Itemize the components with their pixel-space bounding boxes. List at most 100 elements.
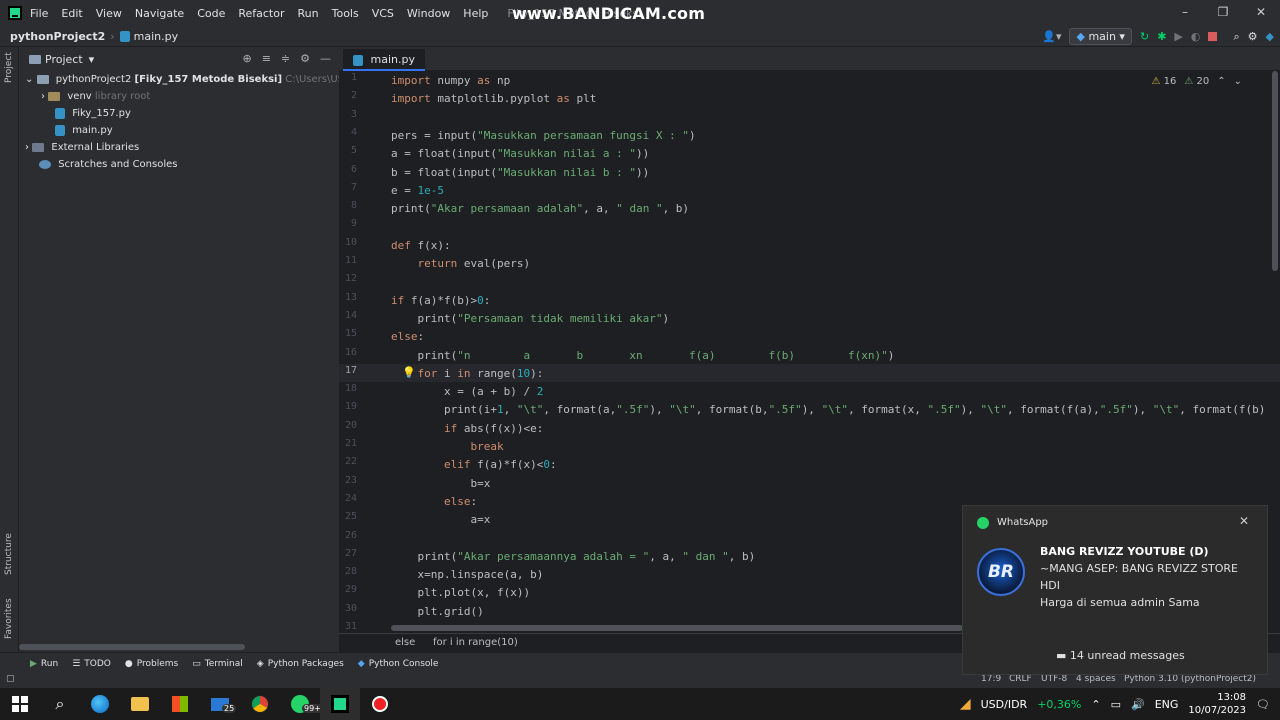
line-separator[interactable]: CRLF [1009, 674, 1032, 684]
code-line[interactable]: x = (a + b) / 2 [391, 383, 543, 401]
run-icon[interactable]: ↻ [1140, 30, 1149, 43]
clock[interactable]: 13:08 10/07/2023 [1188, 691, 1246, 717]
menu-refactor[interactable]: Refactor [238, 7, 284, 20]
code-line[interactable]: return eval(pers) [391, 255, 531, 273]
menu-code[interactable]: Code [197, 7, 225, 20]
code-line[interactable]: x=np.linspace(a, b) [391, 566, 543, 584]
editor-horizontal-scrollbar[interactable] [391, 625, 963, 631]
tree-item-external-libraries[interactable]: › External Libraries [25, 139, 139, 156]
tree-item-scratches[interactable]: Scratches and Consoles [39, 156, 177, 173]
lightbulb-icon[interactable]: 💡 [402, 366, 416, 379]
show-hidden-icons-icon[interactable]: ⌃ [1091, 698, 1100, 711]
chrome-icon[interactable] [240, 688, 280, 720]
code-line[interactable]: b=x [391, 475, 490, 493]
search-icon[interactable]: ⌕ [40, 688, 80, 720]
menu-help[interactable]: Help [463, 7, 488, 20]
code-line[interactable]: plt.plot(x, f(x)) [391, 584, 530, 602]
breadcrumb-project[interactable]: pythonProject2 [10, 30, 105, 43]
code-line[interactable]: elif f(a)*f(x)<0: [391, 456, 557, 474]
whatsapp-notification[interactable]: WhatsApp ✕ BR BANG REVIZZ YOUTUBE (D) ~M… [962, 505, 1268, 675]
store-icon[interactable] [160, 688, 200, 720]
terminal-tool-button[interactable]: ▭ Terminal [192, 659, 243, 669]
todo-tool-button[interactable]: ☰ TODO [72, 659, 111, 669]
chevron-up-icon[interactable]: ⌃ [1217, 76, 1225, 87]
inspection-widget[interactable]: ⚠ 16 ⚠ 20 ⌃ ⌄ [1151, 76, 1242, 87]
language-indicator[interactable]: ENG [1155, 698, 1179, 711]
code-line[interactable]: pers = input("Masukkan persamaan fungsi … [391, 127, 696, 145]
code-line[interactable]: def f(x): [391, 237, 451, 255]
project-panel-title[interactable]: Project [45, 53, 83, 66]
bandicam-icon[interactable] [360, 688, 400, 720]
python-interpreter[interactable]: Python 3.10 (pythonProject2) [1124, 674, 1256, 684]
chevron-down-icon[interactable]: ⌄ [1234, 76, 1242, 87]
hide-icon[interactable]: — [320, 52, 331, 65]
tab-main-py[interactable]: main.py [343, 49, 425, 71]
code-breadcrumb-for[interactable]: for i in range(10) [433, 637, 518, 648]
close-button[interactable]: ✕ [1242, 0, 1280, 26]
collapse-all-icon[interactable]: ≑ [281, 52, 290, 65]
code-line[interactable]: else: [391, 493, 477, 511]
favorites-tool-tab[interactable]: Favorites [4, 598, 14, 639]
close-icon[interactable]: ✕ [1239, 514, 1249, 528]
maximize-button[interactable]: ❐ [1204, 0, 1242, 26]
tree-item-file[interactable]: main.py [55, 122, 113, 139]
indent-setting[interactable]: 4 spaces [1076, 674, 1116, 684]
pycharm-taskbar-icon[interactable] [320, 688, 360, 720]
currency-label[interactable]: USD/IDR [981, 698, 1028, 711]
python-packages-tool-button[interactable]: ◈ Python Packages [257, 659, 344, 669]
code-line[interactable]: b = float(input("Masukkan nilai b : ")) [391, 164, 649, 182]
code-line[interactable]: a = float(input("Masukkan nilai a : ")) [391, 145, 649, 163]
minimize-button[interactable]: – [1166, 0, 1204, 26]
problems-tool-button[interactable]: ● Problems [125, 659, 178, 669]
notifications-icon[interactable]: 🗨 [1256, 698, 1270, 711]
tree-item-file[interactable]: Fiky_157.py [55, 105, 131, 122]
code-line[interactable]: plt.grid() [391, 603, 483, 621]
coverage-icon[interactable]: ▶ [1174, 30, 1182, 43]
menu-window[interactable]: Window [407, 7, 450, 20]
code-line[interactable]: print("Akar persamaannya adalah = ", a, … [391, 548, 755, 566]
menu-run[interactable]: Run [298, 7, 319, 20]
run-configuration-select[interactable]: ◆ main ▾ [1069, 28, 1132, 45]
search-icon[interactable]: ⌕ [1233, 30, 1239, 44]
code-line[interactable]: a=x [391, 511, 490, 529]
code-line[interactable]: print(i+1, "\t", format(a,".5f"), "\t", … [391, 401, 1265, 419]
gear-icon[interactable]: ⚙ [300, 52, 310, 65]
unread-messages-button[interactable]: ▬ 14 unread messages [1056, 649, 1185, 662]
editor-vertical-scrollbar[interactable] [1272, 71, 1278, 271]
project-tool-tab[interactable]: Project [4, 52, 14, 83]
layout-icon[interactable]: ▢ [6, 674, 15, 684]
locate-icon[interactable]: ⊕ [242, 52, 251, 65]
menu-view[interactable]: View [96, 7, 122, 20]
file-explorer-icon[interactable] [120, 688, 160, 720]
menu-edit[interactable]: Edit [61, 7, 82, 20]
chevron-down-icon[interactable]: ▾ [89, 53, 95, 66]
volume-icon[interactable]: 🔊 [1131, 698, 1145, 711]
structure-tool-tab[interactable]: Structure [4, 533, 14, 575]
windows-start-icon[interactable] [0, 688, 40, 720]
python-console-tool-button[interactable]: ◆ Python Console [358, 659, 439, 669]
whatsapp-taskbar-icon[interactable]: 99+ [280, 688, 323, 720]
code-line[interactable]: if f(a)*f(b)>0: [391, 292, 490, 310]
menu-navigate[interactable]: Navigate [135, 7, 184, 20]
mail-icon[interactable]: 25 [200, 688, 240, 720]
code-line[interactable]: break [391, 438, 503, 456]
code-line[interactable]: print("Persamaan tidak memiliki akar") [391, 310, 669, 328]
currency-widget-icon[interactable]: ◢ [960, 696, 971, 712]
network-icon[interactable]: ▭ [1111, 698, 1121, 711]
breadcrumb-file[interactable]: main.py [134, 30, 178, 43]
debug-icon[interactable]: ✱ [1157, 30, 1166, 43]
user-icon[interactable]: 👤▾ [1042, 30, 1061, 43]
settings-gear-icon[interactable]: ⚙ [1248, 30, 1258, 43]
file-encoding[interactable]: UTF-8 [1041, 674, 1067, 684]
plugin-icon[interactable]: ◆ [1266, 30, 1274, 43]
stop-icon[interactable] [1208, 32, 1218, 41]
code-breadcrumb-else[interactable]: else [395, 637, 415, 648]
code-line[interactable]: if abs(f(x))<e: [391, 420, 543, 438]
code-line[interactable]: print("n a b xn f(a) f(b) f(xn)") [391, 347, 894, 365]
profile-icon[interactable]: ◐ [1191, 30, 1201, 43]
code-line[interactable]: print("Akar persamaan adalah", a, " dan … [391, 200, 689, 218]
tree-item-venv[interactable]: › venv library root [41, 88, 150, 105]
code-line[interactable]: e = 1e-5 [391, 182, 444, 200]
menu-file[interactable]: File [30, 7, 48, 20]
run-tool-button[interactable]: ▶ Run [30, 659, 58, 669]
